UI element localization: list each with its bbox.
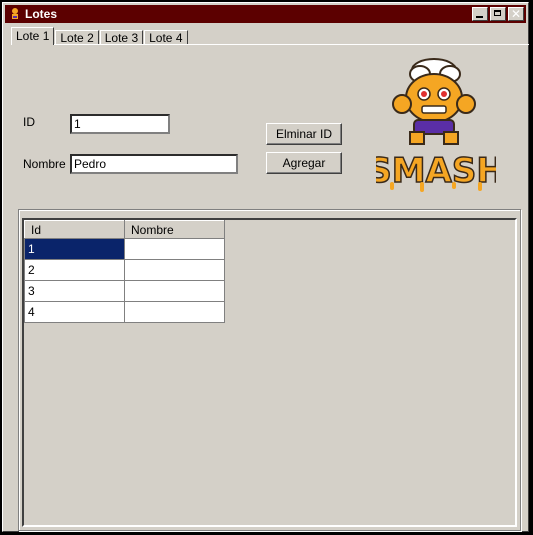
lotes-table: Id Nombre 1 2 3 4	[24, 220, 225, 323]
lotes-grid[interactable]: Id Nombre 1 2 3 4	[22, 218, 517, 527]
window-controls: ✕	[470, 7, 524, 21]
cell-id[interactable]: 3	[24, 280, 125, 302]
column-header-nombre[interactable]: Nombre	[124, 220, 225, 239]
cell-nombre[interactable]	[124, 280, 225, 302]
maximize-button[interactable]	[490, 7, 506, 21]
id-label: ID	[23, 115, 35, 129]
cell-nombre[interactable]	[124, 238, 225, 260]
cell-nombre[interactable]	[124, 301, 225, 323]
column-header-id[interactable]: Id	[24, 220, 125, 239]
agregar-button[interactable]: Agregar	[266, 152, 342, 174]
table-row[interactable]: 1	[24, 238, 225, 260]
smash-logo: SMASH	[366, 56, 506, 194]
tab-lote-2[interactable]: Lote 2	[55, 30, 99, 45]
tab-lote-3[interactable]: Lote 3	[99, 30, 144, 45]
app-icon[interactable]	[9, 7, 21, 21]
close-icon: ✕	[510, 7, 522, 21]
lotes-window: Lotes ✕ Lote 1 Lote 2 Lote 3 Lote 4 ID 1…	[2, 2, 529, 532]
cell-id[interactable]: 4	[24, 301, 125, 323]
cell-nombre[interactable]	[124, 259, 225, 281]
title-bar[interactable]: Lotes ✕	[5, 5, 526, 23]
nombre-field[interactable]: Pedro	[70, 154, 238, 174]
eliminar-id-button[interactable]: Elminar ID	[266, 123, 342, 145]
nombre-label: Nombre	[23, 157, 66, 171]
tab-strip: Lote 1 Lote 2 Lote 3 Lote 4	[11, 27, 189, 45]
table-row[interactable]: 3	[24, 280, 225, 302]
minimize-icon	[476, 16, 483, 18]
minimize-button[interactable]	[472, 7, 488, 21]
close-button[interactable]: ✕	[508, 7, 524, 21]
id-field[interactable]: 1	[70, 114, 170, 134]
table-row[interactable]: 2	[24, 259, 225, 281]
maximize-icon	[494, 10, 501, 16]
cell-id[interactable]: 2	[24, 259, 125, 281]
table-header-row: Id Nombre	[24, 220, 225, 239]
table-row[interactable]: 4	[24, 301, 225, 323]
tab-lote-4[interactable]: Lote 4	[144, 30, 188, 45]
cell-id[interactable]: 1	[24, 238, 125, 260]
window-title: Lotes	[25, 7, 58, 21]
tab-lote-1[interactable]: Lote 1	[11, 27, 55, 45]
